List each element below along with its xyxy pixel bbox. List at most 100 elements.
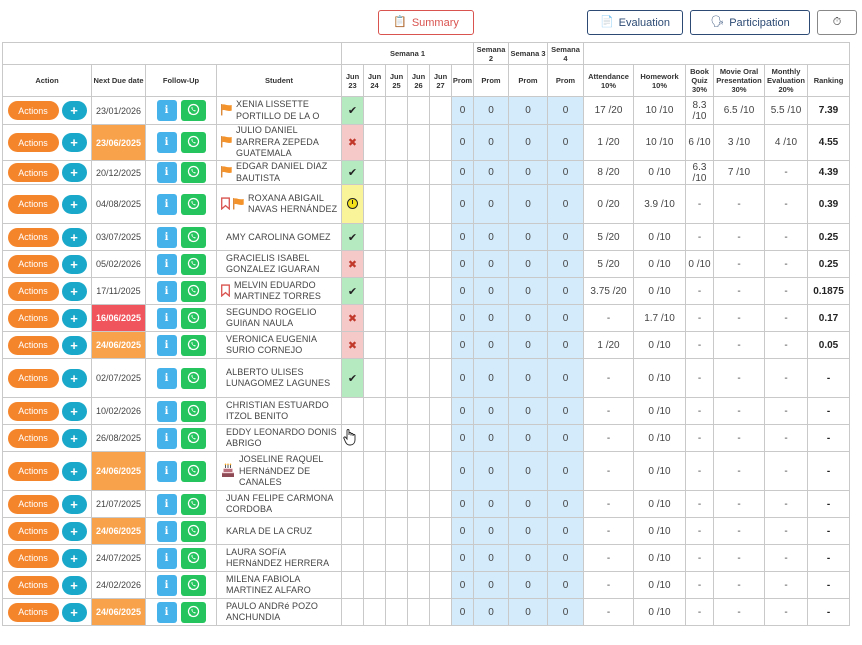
attendance-jun-25[interactable] <box>385 184 408 225</box>
attendance-jun-23[interactable]: ✖ <box>341 304 364 333</box>
student-cell[interactable]: EDDY LEONARDO DONIS ABRIGO <box>216 424 342 453</box>
actions-button[interactable]: Actions <box>7 494 59 514</box>
info-button[interactable]: i <box>156 226 177 248</box>
add-button[interactable]: + <box>61 133 87 153</box>
whatsapp-button[interactable] <box>180 132 206 154</box>
attendance-jun-24[interactable] <box>363 223 386 252</box>
attendance-jun-26[interactable] <box>407 397 430 426</box>
attendance-jun-24[interactable] <box>363 96 386 125</box>
attendance-jun-25[interactable] <box>385 331 408 360</box>
attendance-jun-25[interactable] <box>385 517 408 546</box>
whatsapp-button[interactable] <box>180 162 206 184</box>
add-button[interactable]: + <box>61 194 87 214</box>
attendance-jun-25[interactable] <box>385 544 408 573</box>
student-cell[interactable]: AMY CAROLINA GOMEZ <box>216 223 342 252</box>
attendance-jun-25[interactable] <box>385 358 408 399</box>
attendance-jun-26[interactable] <box>407 223 430 252</box>
whatsapp-button[interactable] <box>180 547 206 569</box>
student-cell[interactable]: ALBERTO ULISES LUNAGOMEZ LAGUNES <box>216 358 342 399</box>
actions-button[interactable]: Actions <box>7 461 59 481</box>
student-cell[interactable]: MELVIN EDUARDO MARTINEZ TORRES <box>216 277 342 306</box>
attendance-jun-25[interactable] <box>385 123 408 162</box>
actions-button[interactable]: Actions <box>7 308 59 328</box>
student-cell[interactable]: CHRISTIAN ESTUARDO ITZOL BENITO <box>216 397 342 426</box>
attendance-jun-25[interactable] <box>385 304 408 333</box>
whatsapp-button[interactable] <box>180 253 206 275</box>
participation-button[interactable]: 🗣 Participation <box>690 10 810 35</box>
student-cell[interactable]: JOSELINE RAQUEL HERNáNDEZ DE CANALES <box>216 451 342 492</box>
actions-button[interactable]: Actions <box>7 335 59 355</box>
attendance-jun-24[interactable] <box>363 250 386 279</box>
add-button[interactable]: + <box>61 602 87 622</box>
attendance-jun-23[interactable] <box>341 544 364 573</box>
add-button[interactable]: + <box>61 494 87 514</box>
attendance-jun-26[interactable] <box>407 250 430 279</box>
attendance-jun-23[interactable]: ✔ <box>341 358 364 399</box>
info-button[interactable]: i <box>156 574 177 596</box>
whatsapp-button[interactable] <box>180 574 206 596</box>
actions-button[interactable]: Actions <box>7 254 59 274</box>
info-button[interactable]: i <box>156 400 177 422</box>
add-button[interactable]: + <box>61 575 87 595</box>
info-button[interactable]: i <box>156 367 177 389</box>
attendance-jun-27[interactable] <box>429 424 452 453</box>
info-button[interactable]: i <box>156 601 177 623</box>
attendance-jun-23[interactable]: ✖ <box>341 250 364 279</box>
attendance-jun-23[interactable]: ✔ <box>341 223 364 252</box>
header-day-jun-27[interactable]: Jun 27 <box>429 64 452 97</box>
attendance-jun-24[interactable] <box>363 304 386 333</box>
add-button[interactable]: + <box>61 428 87 448</box>
whatsapp-button[interactable] <box>180 193 206 215</box>
student-cell[interactable]: SEGUNDO ROGELIO GUIñAN NAULA <box>216 304 342 333</box>
whatsapp-button[interactable] <box>180 520 206 542</box>
student-cell[interactable]: JUAN FELIPE CARMONA CORDOBA <box>216 490 342 519</box>
actions-button[interactable]: Actions <box>7 281 59 301</box>
attendance-jun-23[interactable]: ✔ <box>341 160 364 186</box>
info-button[interactable]: i <box>156 520 177 542</box>
actions-button[interactable]: Actions <box>7 401 59 421</box>
student-cell[interactable]: GRACIELIS ISABEL GONZALEZ IGUARAN <box>216 250 342 279</box>
actions-button[interactable]: Actions <box>7 227 59 247</box>
attendance-jun-26[interactable] <box>407 123 430 162</box>
attendance-jun-24[interactable] <box>363 397 386 426</box>
attendance-jun-25[interactable] <box>385 96 408 125</box>
student-cell[interactable]: EDGAR DANIEL DIAZ BAUTISTA <box>216 160 342 186</box>
attendance-jun-24[interactable] <box>363 123 386 162</box>
info-button[interactable]: i <box>156 547 177 569</box>
add-button[interactable]: + <box>61 308 87 328</box>
attendance-jun-24[interactable] <box>363 331 386 360</box>
actions-button[interactable]: Actions <box>7 368 59 388</box>
whatsapp-button[interactable] <box>180 307 206 329</box>
attendance-jun-23[interactable]: ✔ <box>341 96 364 125</box>
attendance-jun-27[interactable] <box>429 358 452 399</box>
info-button[interactable]: i <box>156 132 177 154</box>
info-button[interactable]: i <box>156 253 177 275</box>
header-ranking[interactable]: Ranking <box>807 64 850 97</box>
attendance-jun-23[interactable]: ✖ <box>341 331 364 360</box>
attendance-jun-27[interactable] <box>429 517 452 546</box>
attendance-jun-27[interactable] <box>429 304 452 333</box>
attendance-jun-27[interactable] <box>429 490 452 519</box>
attendance-jun-24[interactable] <box>363 571 386 600</box>
whatsapp-button[interactable] <box>180 280 206 302</box>
attendance-jun-27[interactable] <box>429 451 452 492</box>
attendance-jun-26[interactable] <box>407 571 430 600</box>
add-button[interactable]: + <box>61 254 87 274</box>
attendance-jun-23[interactable] <box>341 571 364 600</box>
attendance-jun-26[interactable] <box>407 184 430 225</box>
add-button[interactable]: + <box>61 521 87 541</box>
attendance-jun-23[interactable] <box>341 397 364 426</box>
attendance-jun-25[interactable] <box>385 250 408 279</box>
add-button[interactable]: + <box>61 281 87 301</box>
attendance-jun-23[interactable]: ✖ <box>341 123 364 162</box>
student-cell[interactable]: KARLA DE LA CRUZ <box>216 517 342 546</box>
attendance-jun-27[interactable] <box>429 331 452 360</box>
student-cell[interactable]: JULIO DANIEL BARRERA ZEPEDA GUATEMALA <box>216 123 342 162</box>
actions-button[interactable]: Actions <box>7 163 59 183</box>
attendance-jun-23[interactable] <box>341 424 364 453</box>
info-button[interactable]: i <box>156 280 177 302</box>
info-button[interactable]: i <box>156 493 177 515</box>
attendance-jun-27[interactable] <box>429 598 452 627</box>
header-day-jun-25[interactable]: Jun 25 <box>385 64 408 97</box>
header-day-jun-24[interactable]: Jun 24 <box>363 64 386 97</box>
